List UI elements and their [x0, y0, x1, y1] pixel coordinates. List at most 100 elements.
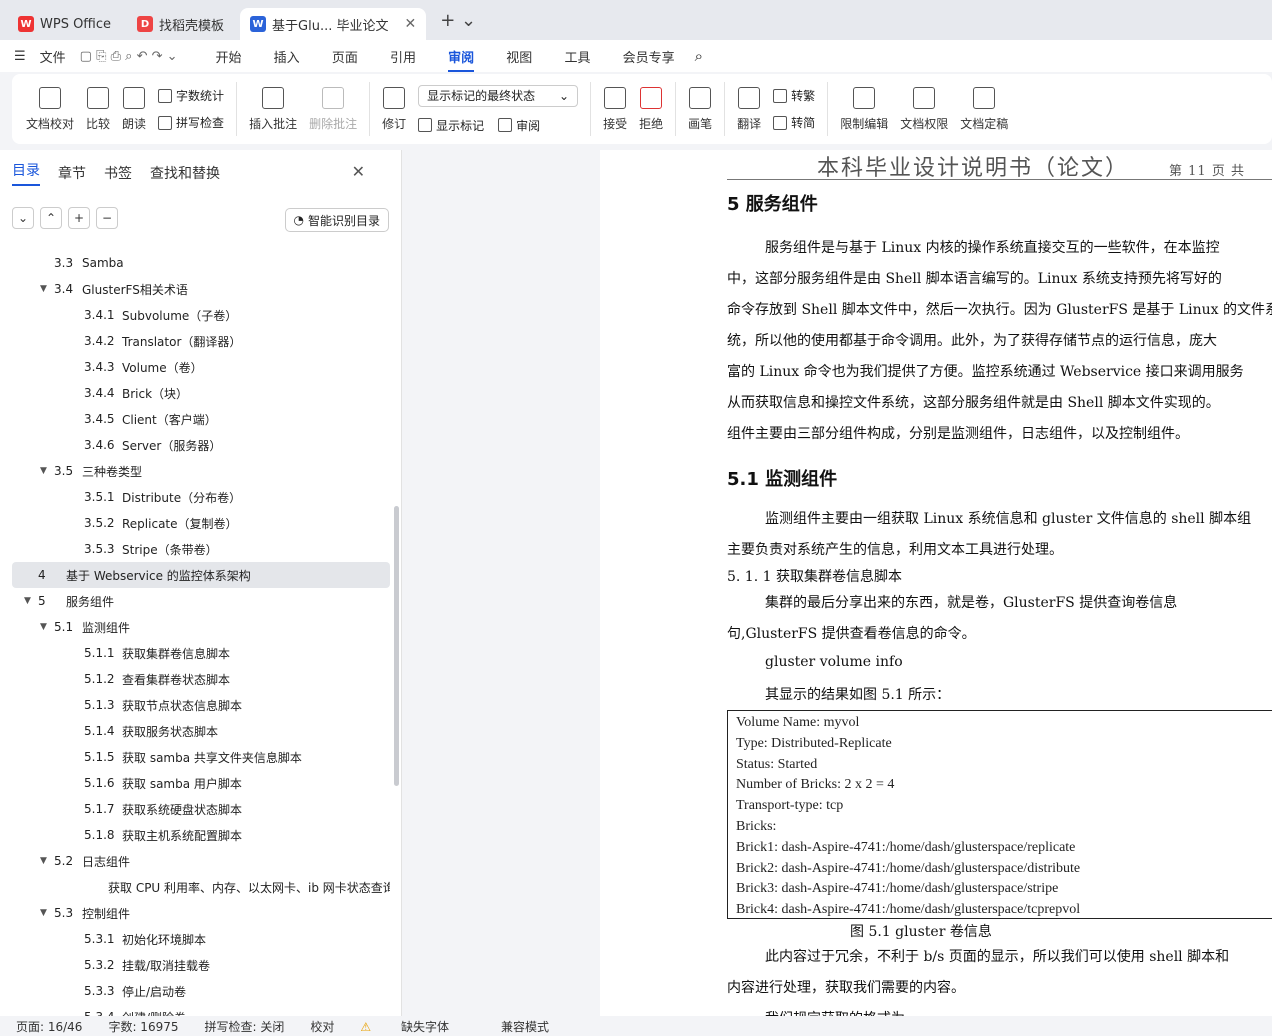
toc-text: Brick（块）	[122, 386, 189, 401]
show-markup-button[interactable]: 显示标记	[436, 117, 484, 134]
toc-item[interactable]: ▼ 5.1 监测组件	[12, 614, 390, 640]
toc-item[interactable]: 3.4.3 Volume（卷）	[12, 354, 390, 380]
delete-comment-button[interactable]: 删除批注	[309, 86, 357, 132]
doc-permission-button[interactable]: 文档权限	[900, 86, 948, 132]
toc-number: 5.1	[54, 620, 74, 634]
tab-insert[interactable]: 插入	[274, 51, 300, 66]
toc-item[interactable]: 3.5.2 Replicate（复制卷）	[12, 510, 390, 536]
file-menu[interactable]: 文件	[40, 47, 66, 66]
markup-state-select[interactable]: 显示标记的最终状态 ⌄	[418, 84, 579, 107]
tab-find-replace[interactable]: 查找和替换	[150, 163, 220, 183]
toc-item[interactable]: 4 基于 Webservice 的监控体系架构	[12, 562, 390, 588]
finalize-button[interactable]: 文档定稿	[960, 86, 1008, 132]
tab-reference[interactable]: 引用	[390, 51, 416, 66]
track-changes-button[interactable]: 修订	[382, 86, 406, 132]
toc-item[interactable]: 5.1.3 获取节点状态信息脚本	[12, 692, 390, 718]
toc-item[interactable]: 5.1.2 查看集群卷状态脚本	[12, 666, 390, 692]
spell-check-button[interactable]: 拼写检查	[158, 114, 224, 131]
tab-view[interactable]: 视图	[506, 51, 532, 66]
tab-chapter[interactable]: 章节	[58, 163, 86, 183]
toc-item[interactable]: 5.3.3 停止/启动卷	[12, 978, 390, 1004]
tab-document[interactable]: W 基于Glu... 毕业论文 ✕	[240, 8, 427, 40]
collapse-up-icon[interactable]: ⌃	[40, 207, 62, 229]
tab-tools[interactable]: 工具	[564, 51, 590, 66]
expand-arrow-icon[interactable]: ▼	[40, 284, 54, 294]
to-simplified-button[interactable]: 转简	[773, 114, 815, 131]
tab-wps-office[interactable]: W WPS Office	[8, 8, 121, 40]
close-icon[interactable]: ✕	[405, 16, 417, 32]
spell-status[interactable]: 拼写检查: 关闭	[205, 1018, 285, 1035]
quick-tools-icon[interactable]: ▢ ⎘ ⎙ ⌕ ↶ ↷ ⌄	[80, 49, 178, 64]
command-line: gluster volume info	[765, 654, 903, 670]
divider	[724, 82, 726, 136]
proof-status[interactable]: 校对	[310, 1018, 334, 1035]
tab-template[interactable]: D 找稻壳模板	[127, 8, 234, 40]
tab-member[interactable]: 会员专享	[623, 51, 675, 66]
expand-arrow-icon[interactable]: ▼	[40, 908, 54, 918]
expand-arrow-icon[interactable]: ▼	[24, 596, 38, 606]
tab-label: 找稻壳模板	[159, 18, 225, 34]
toc-item[interactable]: 5.1.6 获取 samba 用户脚本	[12, 770, 390, 796]
proof-button[interactable]: 文档校对	[26, 86, 74, 132]
toc-item[interactable]: 5.1.7 获取系统硬盘状态脚本	[12, 796, 390, 822]
toc-item[interactable]: 5.3.4创建/删除卷	[12, 1004, 390, 1016]
toc-item[interactable]: 3.4.5 Client（客户端）	[12, 406, 390, 432]
accept-button[interactable]: 接受	[603, 86, 627, 132]
toc-item[interactable]: 3.4.6 Server（服务器）	[12, 432, 390, 458]
toc-item[interactable]: ▼ 5.2 日志组件	[12, 848, 390, 874]
ink-button[interactable]: 画笔	[688, 86, 712, 132]
toc-item[interactable]: 3.4.4 Brick（块）	[12, 380, 390, 406]
toc-item[interactable]: ▼ 5 服务组件	[12, 588, 390, 614]
add-icon[interactable]: +	[68, 207, 90, 229]
toc-item[interactable]: 5.1.1 获取集群卷信息脚本	[12, 640, 390, 666]
expand-arrow-icon[interactable]: ▼	[40, 622, 54, 632]
read-aloud-button[interactable]: 朗读	[122, 86, 146, 132]
toc-item[interactable]: 3.5.3 Stripe（条带卷）	[12, 536, 390, 562]
add-tab-icon[interactable]: + ⌄	[440, 10, 476, 31]
toc-item[interactable]: 5.1.4 获取服务状态脚本	[12, 718, 390, 744]
tab-review[interactable]: 审阅	[448, 50, 475, 72]
translate-button[interactable]: 翻译	[737, 86, 761, 132]
toc-item[interactable]: 获取 CPU 利用率、内存、以太网卡、ib 网卡状态查询（...	[12, 874, 390, 900]
volume-info-line: Brick3: dash-Aspire-4741:/home/dash/glus…	[736, 881, 1059, 897]
toc-item[interactable]: ▼ 5.3 控制组件	[12, 900, 390, 926]
hamburger-icon[interactable]: ☰	[14, 49, 26, 64]
word-count[interactable]: 字数: 16975	[108, 1018, 178, 1035]
to-traditional-button[interactable]: 转繁	[773, 87, 815, 104]
tab-bookmark[interactable]: 书签	[104, 163, 132, 183]
reject-button[interactable]: 拒绝	[639, 86, 663, 132]
smart-toc-button[interactable]: ◔ 智能识别目录	[284, 208, 389, 232]
toc-item[interactable]: ▼ 3.5 三种卷类型	[12, 458, 390, 484]
expand-arrow-icon[interactable]: ▼	[40, 856, 54, 866]
missing-font[interactable]: ⚠ 缺失字体	[360, 1018, 475, 1035]
compare-button[interactable]: 比较	[86, 86, 110, 132]
toc-item[interactable]: 5.1.5 获取 samba 共享文件夹信息脚本	[12, 744, 390, 770]
toc-number: 3.5.2	[84, 516, 115, 530]
volume-info-line: Bricks:	[736, 818, 777, 834]
tab-label: WPS Office	[40, 16, 112, 32]
toc-item[interactable]: 5.3.2 挂载/取消挂载卷	[12, 952, 390, 978]
toc-item[interactable]: 3.3 Samba	[12, 250, 390, 276]
insert-comment-button[interactable]: 插入批注	[249, 86, 297, 132]
page-header: 本科毕业设计说明书（论文）第 11 页 共	[727, 150, 1272, 181]
tab-start[interactable]: 开始	[216, 51, 242, 66]
toc-item[interactable]: 3.4.2 Translator（翻译器）	[12, 328, 390, 354]
tab-page[interactable]: 页面	[332, 51, 358, 66]
toc-item[interactable]: 5.1.8 获取主机系统配置脚本	[12, 822, 390, 848]
toc-number: 5.3.3	[84, 984, 115, 998]
toc-item[interactable]: 3.4.1 Subvolume（子卷）	[12, 302, 390, 328]
restrict-edit-button[interactable]: 限制编辑	[840, 86, 888, 132]
expand-arrow-icon[interactable]: ▼	[40, 466, 54, 476]
expand-down-icon[interactable]: ⌄	[12, 207, 34, 229]
word-count-button[interactable]: 字数统计	[158, 87, 224, 104]
scrollbar[interactable]	[394, 506, 399, 786]
page-indicator[interactable]: 页面: 16/46	[16, 1018, 82, 1035]
tab-toc[interactable]: 目录	[12, 160, 40, 186]
toc-item[interactable]: 3.5.1 Distribute（分布卷）	[12, 484, 390, 510]
close-icon[interactable]: ✕	[352, 162, 365, 181]
toc-item[interactable]: 5.3.1 初始化环境脚本	[12, 926, 390, 952]
toc-item[interactable]: ▼ 3.4 GlusterFS相关术语	[12, 276, 390, 302]
search-icon[interactable]: ⌕	[695, 47, 703, 65]
remove-icon[interactable]: −	[96, 207, 118, 229]
review-pane-button[interactable]: 审阅	[516, 117, 540, 134]
